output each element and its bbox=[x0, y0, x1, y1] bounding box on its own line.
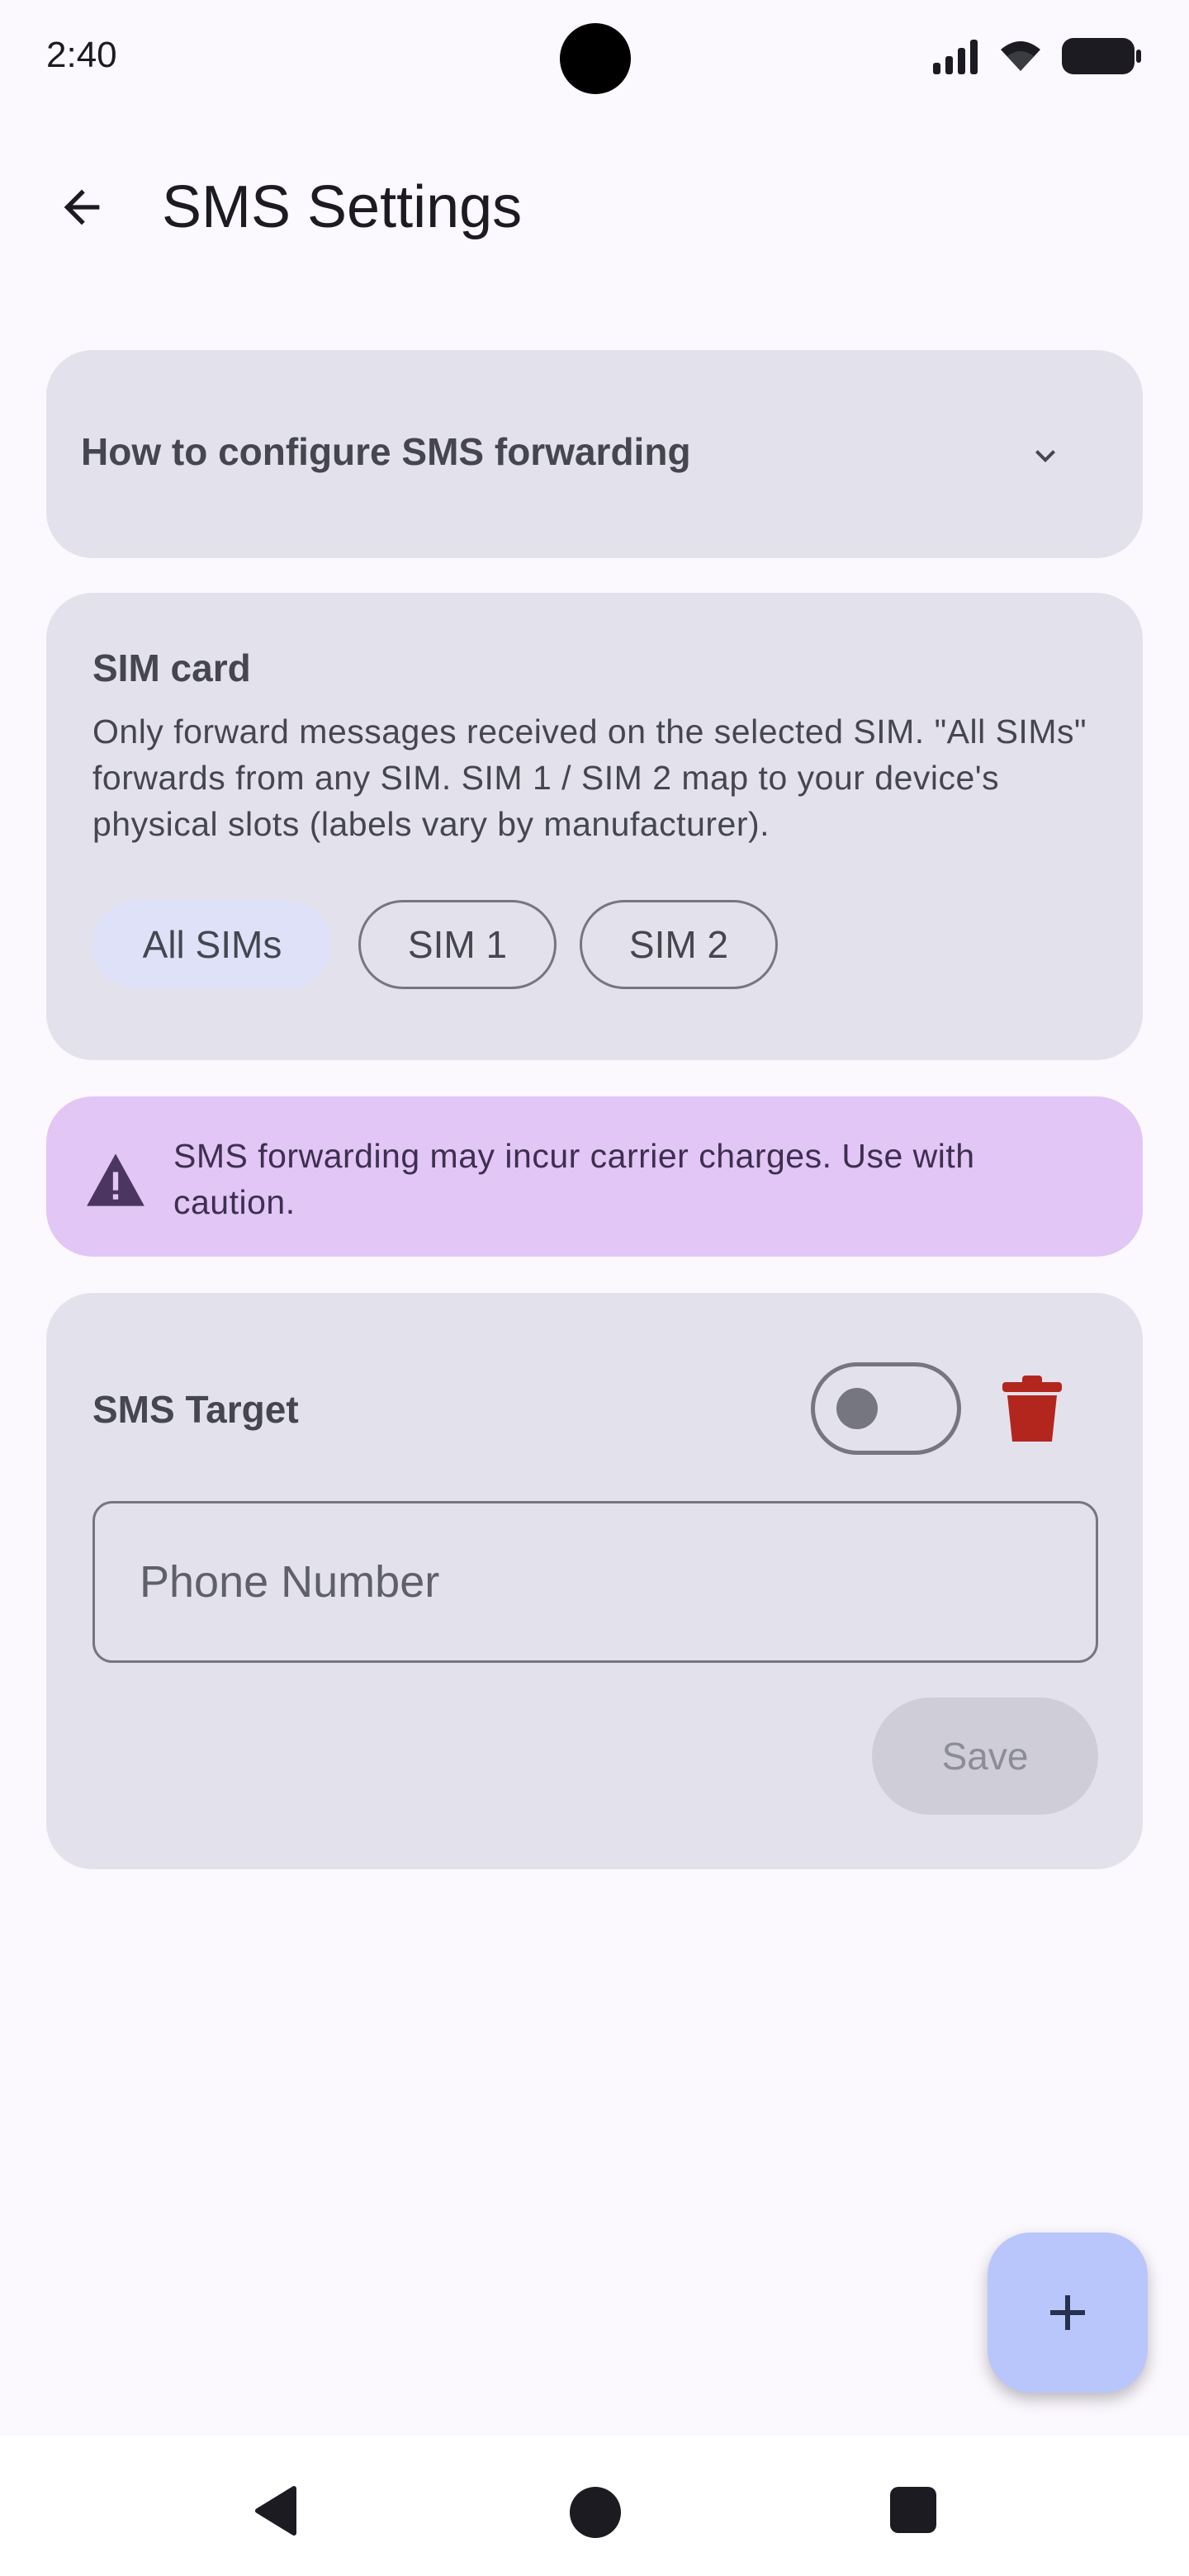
save-button[interactable]: Save bbox=[872, 1698, 1098, 1815]
wifi-icon bbox=[1001, 41, 1040, 71]
chip-sim-2[interactable]: SIM 2 bbox=[580, 900, 778, 989]
plus-icon bbox=[1050, 2295, 1085, 2330]
signal-icon bbox=[933, 40, 978, 74]
trash-icon[interactable] bbox=[1002, 1376, 1062, 1442]
chip-all-sims[interactable]: All SIMs bbox=[92, 900, 332, 989]
help-expander[interactable]: How to configure SMS forwarding bbox=[46, 350, 1143, 558]
chevron-down-icon bbox=[1035, 450, 1055, 462]
system-nav-bar bbox=[0, 2436, 1189, 2576]
warning-text: SMS forwarding may incur carrier charges… bbox=[173, 1137, 975, 1221]
phone-number-input[interactable] bbox=[140, 1503, 1048, 1660]
add-target-button[interactable] bbox=[988, 2233, 1148, 2393]
nav-back-icon[interactable] bbox=[253, 2485, 299, 2536]
enable-toggle[interactable] bbox=[811, 1362, 961, 1455]
help-title: How to configure SMS forwarding bbox=[81, 430, 691, 473]
battery-icon bbox=[1062, 38, 1141, 74]
sim-card-description: Only forward messages received on the se… bbox=[92, 713, 1087, 843]
back-button[interactable] bbox=[45, 170, 119, 244]
camera-cutout bbox=[560, 23, 631, 94]
chip-sim-1[interactable]: SIM 1 bbox=[358, 900, 557, 989]
page-title: SMS Settings bbox=[162, 174, 523, 240]
status-icons bbox=[931, 36, 1143, 76]
toggle-thumb bbox=[836, 1388, 878, 1429]
warning-banner: SMS forwarding may incur carrier charges… bbox=[46, 1096, 1143, 1257]
sms-target-card: SMS Target Save bbox=[46, 1293, 1143, 1869]
nav-recents-icon[interactable] bbox=[890, 2487, 936, 2533]
sim-card-title: SIM card bbox=[92, 646, 251, 689]
warning-triangle-icon bbox=[87, 1153, 144, 1206]
arrow-left-icon bbox=[64, 189, 100, 225]
status-time: 2:40 bbox=[46, 35, 117, 75]
sim-card-section: SIM card Only forward messages received … bbox=[46, 593, 1143, 1060]
phone-number-field[interactable] bbox=[92, 1501, 1098, 1663]
nav-home-icon[interactable] bbox=[570, 2487, 621, 2538]
sms-target-title: SMS Target bbox=[92, 1388, 299, 1431]
